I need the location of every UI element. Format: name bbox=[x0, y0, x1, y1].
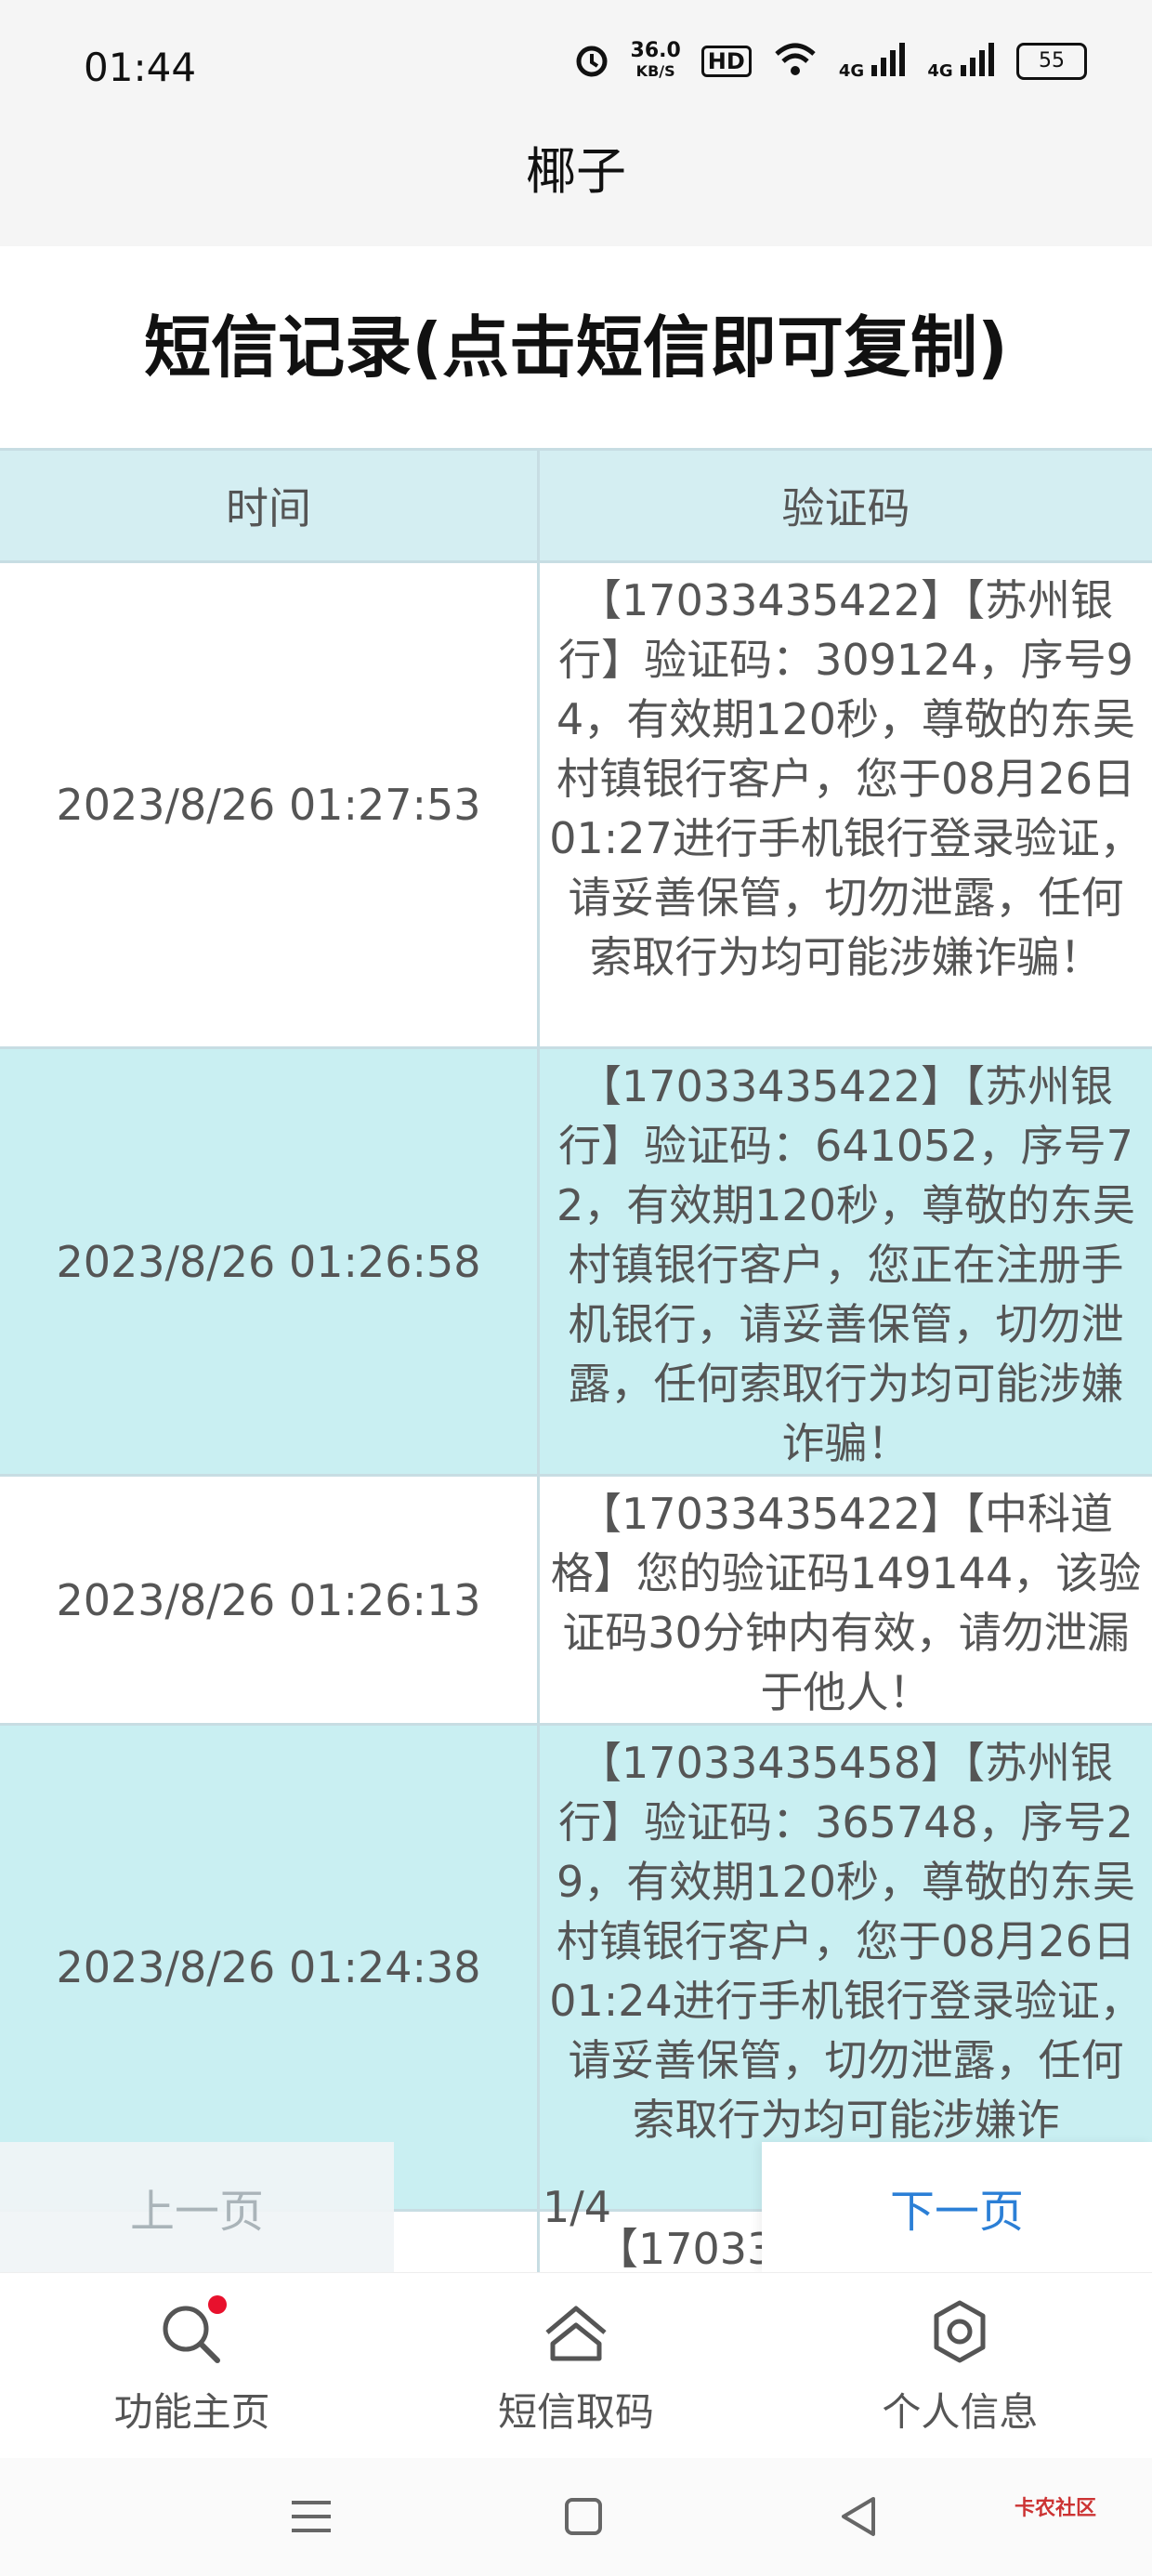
menu-icon[interactable] bbox=[279, 2484, 344, 2549]
nav-label: 短信取码 bbox=[497, 2389, 654, 2435]
row-message[interactable]: 【17033435458】【苏州银行】验证码：365748，序号29，有效期12… bbox=[540, 1726, 1152, 2209]
page-title: 短信记录(点击短信即可复制) bbox=[144, 309, 1008, 387]
net-speed-value: 36.0 bbox=[630, 39, 681, 62]
wifi-icon bbox=[772, 41, 818, 82]
next-page-button[interactable]: 下一页 bbox=[762, 2142, 1152, 2272]
net-speed: 36.0 KB/S bbox=[631, 41, 681, 82]
bottom-nav: 功能主页 短信取码 个人信息 bbox=[0, 2272, 1152, 2459]
notification-dot bbox=[207, 2295, 227, 2314]
app-title: 椰子 bbox=[0, 107, 1152, 246]
row-time: 2023/8/26 01:26:13 bbox=[0, 1477, 540, 1723]
signal-label: 4G bbox=[838, 60, 865, 81]
pagination: 上一页 1/4 下一页 bbox=[0, 2142, 1152, 2272]
signal-icon: 4G bbox=[838, 42, 908, 81]
battery-icon: 55 bbox=[1016, 43, 1087, 80]
table-row[interactable]: 2023/8/26 01:26:13 【17033435422】【中科道格】您的… bbox=[0, 1477, 1152, 1726]
signal-icon: 4G bbox=[927, 42, 996, 81]
row-time: 2023/8/26 01:27:53 bbox=[0, 563, 540, 1046]
alarm-icon bbox=[573, 41, 610, 82]
row-time: 2023/8/26 01:24:38 bbox=[0, 1726, 540, 2209]
nav-label: 功能主页 bbox=[113, 2389, 270, 2435]
row-message[interactable]: 【17033435422】【苏州银行】验证码：641052，序号72，有效期12… bbox=[540, 1049, 1152, 1474]
nav-item-profile[interactable]: 个人信息 bbox=[768, 2273, 1152, 2459]
hd-icon: HD bbox=[700, 46, 752, 77]
table-row[interactable]: 2023/8/26 01:24:38 【17033435458】【苏州银行】验证… bbox=[0, 1726, 1152, 2212]
search-icon bbox=[151, 2292, 234, 2375]
system-nav: 卡农社区 bbox=[0, 2458, 1152, 2576]
table-header: 时间 验证码 bbox=[0, 448, 1152, 563]
page-indicator: 1/4 bbox=[543, 2182, 612, 2232]
home-icon bbox=[534, 2292, 618, 2375]
net-speed-unit: KB/S bbox=[635, 62, 675, 80]
table-row[interactable]: 2023/8/26 01:26:58 【17033435422】【苏州银行】验证… bbox=[0, 1049, 1152, 1477]
nav-label: 个人信息 bbox=[882, 2389, 1039, 2435]
nav-item-sms[interactable]: 短信取码 bbox=[384, 2273, 767, 2459]
sms-table: 时间 验证码 2023/8/26 01:27:53 【17033435422】【… bbox=[0, 448, 1152, 2345]
home-square-icon[interactable] bbox=[551, 2484, 616, 2549]
row-time: 2023/8/26 01:26:58 bbox=[0, 1049, 540, 1474]
header-time: 时间 bbox=[0, 451, 540, 560]
table-row[interactable]: 2023/8/26 01:27:53 【17033435422】【苏州银行】验证… bbox=[0, 563, 1152, 1049]
nav-item-home[interactable]: 功能主页 bbox=[0, 2273, 384, 2459]
back-icon[interactable] bbox=[827, 2484, 892, 2549]
watermark: 卡农社区 bbox=[1014, 2497, 1096, 2520]
row-message[interactable]: 【17033435422】【苏州银行】验证码：309124，序号94，有效期12… bbox=[540, 563, 1152, 1046]
status-time: 01:44 bbox=[84, 45, 197, 90]
gear-icon bbox=[918, 2292, 1001, 2375]
prev-page-button[interactable]: 上一页 bbox=[0, 2142, 394, 2272]
header-code: 验证码 bbox=[781, 483, 910, 533]
row-message[interactable]: 【17033435422】【中科道格】您的验证码149144，该验证码30分钟内… bbox=[540, 1477, 1152, 1723]
status-icons: 36.0 KB/S HD 4G 4G 55 bbox=[573, 41, 1087, 82]
signal-label: 4G bbox=[927, 60, 953, 81]
